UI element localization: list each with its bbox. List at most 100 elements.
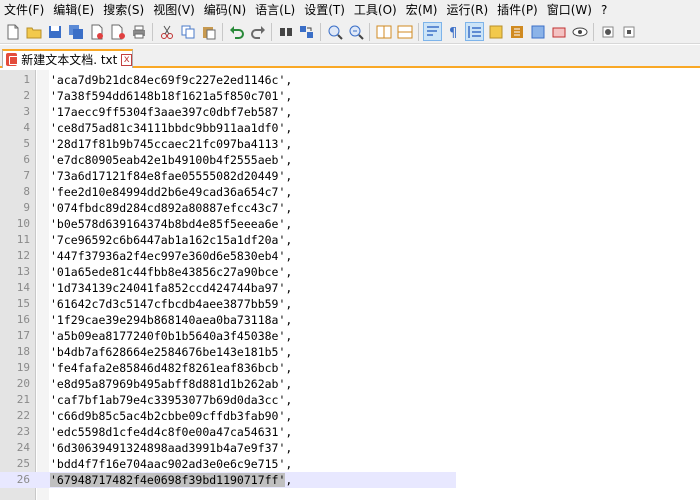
code-text: 'e7dc80905eab42e1b49100b4f2555aeb',: [50, 153, 293, 167]
redo-icon[interactable]: [248, 22, 267, 41]
save-all-icon[interactable]: [66, 22, 85, 41]
code-text: 'e8d95a87969b495abff8d881d1b262ab',: [50, 377, 293, 391]
code-line[interactable]: 9 '074fbdc89d284cd892a80887efcc43c7',: [0, 200, 700, 216]
open-file-icon[interactable]: [24, 22, 43, 41]
code-line[interactable]: 11 '7ce96592c6b6447ab1a162c15a1df20a',: [0, 232, 700, 248]
tab-close-icon[interactable]: x: [121, 53, 132, 66]
code-line[interactable]: 5 '28d17f81b9b745ccaec21fc097ba4113',: [0, 136, 700, 152]
menu-plugins[interactable]: 插件(P): [493, 0, 542, 20]
code-line[interactable]: 13 '01a65ede81c44fbb8e43856c27a90bce',: [0, 264, 700, 280]
code-line[interactable]: 6 'e7dc80905eab42e1b49100b4f2555aeb',: [0, 152, 700, 168]
line-number: 4: [23, 121, 30, 134]
menu-edit[interactable]: 编辑(E): [49, 0, 98, 20]
toolbar-separator: [593, 22, 594, 41]
line-number: 19: [16, 361, 30, 374]
find-icon[interactable]: [276, 22, 295, 41]
monitoring-icon[interactable]: [549, 22, 568, 41]
code-line[interactable]: 15 '61642c7d3c5147cfbcdb4aee3877bb59',: [0, 296, 700, 312]
close-icon[interactable]: [87, 22, 106, 41]
line-number: 10: [16, 217, 30, 230]
code-text: '7ce96592c6b6447ab1a162c15a1df20a',: [50, 233, 293, 247]
code-text: 'b4db7af628664e2584676be143e181b5',: [50, 345, 293, 359]
line-number: 6: [23, 153, 30, 166]
code-text: 'caf7bf1ab79e4c33953077b69d0da3cc',: [50, 393, 293, 407]
zoom-in-icon[interactable]: [325, 22, 344, 41]
code-line[interactable]: 19 'fe4fafa2e85846d482f8261eaf836bcb',: [0, 360, 700, 376]
line-number: 21: [16, 393, 30, 406]
code-line[interactable]: 1 'aca7d9b21dc84ec69f9c227e2ed1146c',: [0, 72, 700, 88]
code-line[interactable]: 17 'a5b09ea8177240f0b1b5640a3f45038e',: [0, 328, 700, 344]
code-line[interactable]: 18 'b4db7af628664e2584676be143e181b5',: [0, 344, 700, 360]
menu-language[interactable]: 语言(L): [251, 0, 299, 20]
tab-bar: 新建文本文档. txt x: [0, 45, 700, 68]
print-icon[interactable]: [129, 22, 148, 41]
code-line[interactable]: 14 '1d734139c24041fa852ccd424744ba97',: [0, 280, 700, 296]
code-line[interactable]: 7 '73a6d17121f84e8fae05555082d20449',: [0, 168, 700, 184]
code-text: 'a5b09ea8177240f0b1b5640a3f45038e',: [50, 329, 293, 343]
line-number: 2: [23, 89, 30, 102]
copy-icon[interactable]: [178, 22, 197, 41]
menu-file[interactable]: 文件(F): [0, 0, 48, 20]
doc-map-icon[interactable]: [486, 22, 505, 41]
menu-run[interactable]: 运行(R): [442, 0, 492, 20]
word-wrap-icon[interactable]: [423, 22, 442, 41]
code-line[interactable]: 4 'ce8d75ad81c34111bbdc9bb911aa1df0',: [0, 120, 700, 136]
sync-vertical-icon[interactable]: [374, 22, 393, 41]
cut-icon[interactable]: [157, 22, 176, 41]
line-number: 24: [16, 441, 30, 454]
menu-help[interactable]: ?: [597, 0, 611, 20]
close-all-icon[interactable]: [108, 22, 127, 41]
menu-settings[interactable]: 设置(T): [300, 0, 349, 20]
code-line[interactable]: 3 '17aecc9ff5304f3aae397c0dbf7eb587',: [0, 104, 700, 120]
menu-view[interactable]: 视图(V): [149, 0, 199, 20]
folder-workspace-icon[interactable]: [528, 22, 547, 41]
stop-record-icon[interactable]: [619, 22, 638, 41]
line-number: 5: [23, 137, 30, 150]
code-text: 'fe4fafa2e85846d482f8261eaf836bcb',: [50, 361, 293, 375]
code-text: 'aca7d9b21dc84ec69f9c227e2ed1146c',: [50, 73, 293, 87]
menu-search[interactable]: 搜索(S): [99, 0, 148, 20]
indent-guide-icon[interactable]: [465, 22, 484, 41]
toolbar-separator: [418, 22, 419, 41]
code-line[interactable]: 16 '1f29cae39e294b868140aea0ba73118a',: [0, 312, 700, 328]
editor-lines[interactable]: 1 'aca7d9b21dc84ec69f9c227e2ed1146c', 2 '7a…: [0, 72, 700, 488]
menu-tools[interactable]: 工具(O): [350, 0, 401, 20]
code-text: '17aecc9ff5304f3aae397c0dbf7eb587',: [50, 105, 293, 119]
zoom-out-icon[interactable]: [346, 22, 365, 41]
record-macro-icon[interactable]: [598, 22, 617, 41]
code-line[interactable]: 25 'bdd4f7f16e704aac902ad3e0e6c9e715',: [0, 456, 700, 472]
line-rest-text: ,: [285, 473, 293, 487]
code-line[interactable]: 10 'b0e578d639164374b8bd4e85f5eeea6e',: [0, 216, 700, 232]
menu-macro[interactable]: 宏(M): [402, 0, 442, 20]
code-text: 'fee2d10e84994dd2b6e49cad36a654c7',: [50, 185, 293, 199]
code-line[interactable]: 8 'fee2d10e84994dd2b6e49cad36a654c7',: [0, 184, 700, 200]
new-file-icon[interactable]: [3, 22, 22, 41]
menu-window[interactable]: 窗口(W): [543, 0, 596, 20]
replace-icon[interactable]: [297, 22, 316, 41]
code-line[interactable]: 24 '6d30639491324898aad3991b4a7e9f37',: [0, 440, 700, 456]
undo-icon[interactable]: [227, 22, 246, 41]
line-number: 25: [16, 457, 30, 470]
line-number: 23: [16, 425, 30, 438]
selected-text: '67948717482f4e0698f39bd1190717ff': [50, 473, 286, 487]
save-icon[interactable]: [45, 22, 64, 41]
code-line[interactable]: 22 'c66d9b85c5ac4b2cbbe09cffdb3fab90',: [0, 408, 700, 424]
menu-bar: 文件(F) 编辑(E) 搜索(S) 视图(V) 编码(N) 语言(L) 设置(T…: [0, 0, 700, 20]
eye-icon[interactable]: [570, 22, 589, 41]
function-list-icon[interactable]: [507, 22, 526, 41]
menu-encoding[interactable]: 编码(N): [200, 0, 250, 20]
show-all-chars-icon[interactable]: ¶: [444, 22, 463, 41]
code-line[interactable]: 12 '447f37936a2f4ec997e360d6e5830eb4',: [0, 248, 700, 264]
code-line[interactable]: 21 'caf7bf1ab79e4c33953077b69d0da3cc',: [0, 392, 700, 408]
line-number: 20: [16, 377, 30, 390]
tab-document[interactable]: 新建文本文档. txt x: [2, 49, 133, 68]
paste-icon[interactable]: [199, 22, 218, 41]
editor[interactable]: 1 'aca7d9b21dc84ec69f9c227e2ed1146c', 2 '7a…: [0, 70, 700, 500]
code-line[interactable]: 26 '67948717482f4e0698f39bd1190717ff',: [0, 472, 456, 488]
code-line[interactable]: 23 'edc5598d1cfe4d4c8f0e00a47ca54631',: [0, 424, 700, 440]
line-number: 18: [16, 345, 30, 358]
code-line[interactable]: 20 'e8d95a87969b495abff8d881d1b262ab',: [0, 376, 700, 392]
code-text: '1f29cae39e294b868140aea0ba73118a',: [50, 313, 293, 327]
code-line[interactable]: 2 '7a38f594dd6148b18f1621a5f850c701',: [0, 88, 700, 104]
sync-horizontal-icon[interactable]: [395, 22, 414, 41]
